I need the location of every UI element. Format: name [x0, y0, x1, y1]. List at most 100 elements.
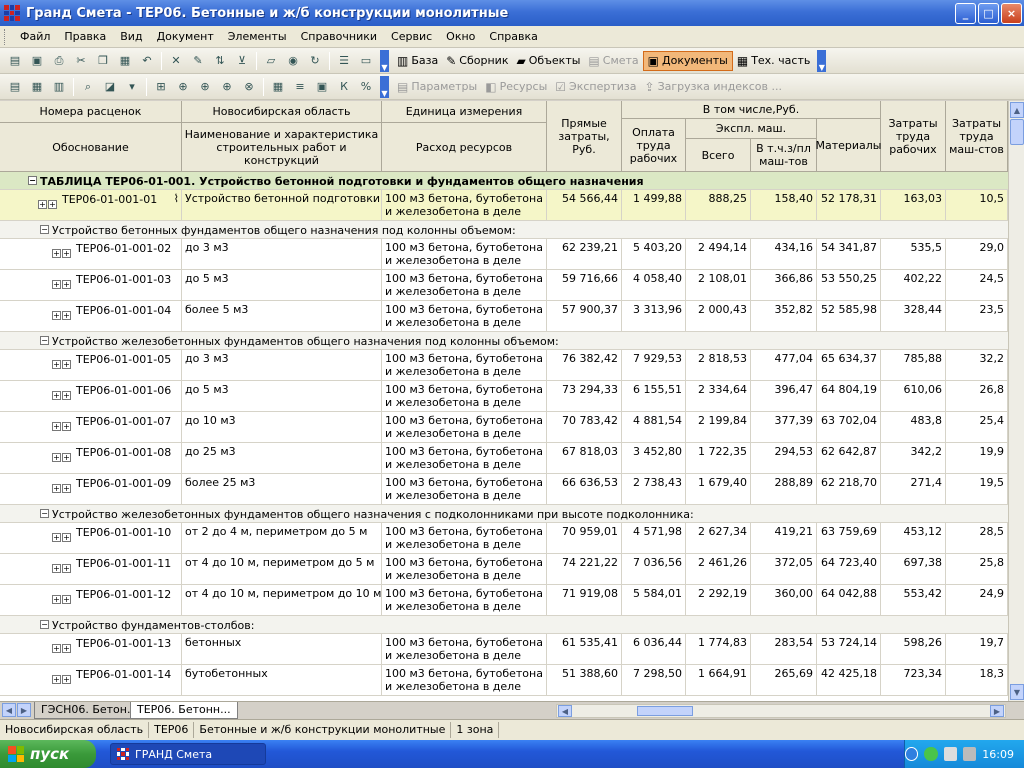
table-row[interactable]: + + ТЕР06-01-001-13 бетонных 100 м3 бетона, …	[0, 634, 1008, 665]
cell-mach-w[interactable]: 283,54	[751, 634, 817, 664]
cell-mach[interactable]: 2 494,14	[686, 239, 751, 269]
cell-mach[interactable]: 2 000,43	[686, 301, 751, 331]
cell-lw[interactable]: 271,4	[881, 474, 946, 504]
sort-icon[interactable]: ⇅	[211, 52, 229, 70]
expand-resources-icon[interactable]: +	[62, 279, 71, 289]
columns-icon[interactable]: ▥	[50, 78, 68, 96]
cell-mach-w[interactable]: 372,05	[751, 554, 817, 584]
cell-wages[interactable]: 4 881,54	[622, 412, 686, 442]
cell-wages[interactable]: 3 452,80	[622, 443, 686, 473]
cell-lw[interactable]: 328,44	[881, 301, 946, 331]
cell-mach[interactable]: 1 722,35	[686, 443, 751, 473]
cell-unit[interactable]: 100 м3 бетона, бутобетона и железобетона…	[382, 239, 547, 269]
group-row[interactable]: − Устройство фундаментов-столбов:	[0, 616, 1008, 634]
toolbar-button[interactable]: ▤ Смета	[584, 51, 642, 71]
col-header-labor-workers[interactable]: Затраты труда рабочих	[881, 101, 946, 172]
col-header-wages[interactable]: Оплата труда рабочих	[622, 119, 686, 172]
menu-item[interactable]: Правка	[57, 27, 113, 47]
tray-expand-icon[interactable]	[905, 747, 919, 761]
marker-icon[interactable]: ◪	[101, 78, 119, 96]
cell-direct[interactable]: 62 239,21	[547, 239, 622, 269]
cell-mat[interactable]: 53 724,14	[817, 634, 881, 664]
view-icon[interactable]: ▤	[6, 78, 24, 96]
table-row[interactable]: + + ТЕР06-01-001-04 более 5 м3 100 м3 бетона…	[0, 301, 1008, 332]
cell-lm[interactable]: 19,5	[946, 474, 1008, 504]
cell-mach-w[interactable]: 419,21	[751, 523, 817, 553]
expand-icon[interactable]: +	[52, 452, 61, 462]
expand-icon[interactable]: +	[38, 199, 47, 209]
cell-wages[interactable]: 7 298,50	[622, 665, 686, 695]
cell-name[interactable]: до 5 м3	[182, 270, 382, 300]
expand-icon[interactable]: +	[52, 643, 61, 653]
expand-resources-icon[interactable]: +	[62, 483, 71, 493]
table-row[interactable]: + + ТЕР06-01-001-01 ⌇ Устройство бетонной по…	[0, 190, 1008, 221]
cell-name[interactable]: до 10 м3	[182, 412, 382, 442]
cell-direct[interactable]: 71 919,08	[547, 585, 622, 615]
cell-mach-w[interactable]: 158,40	[751, 190, 817, 220]
cell-unit[interactable]: 100 м3 бетона, бутобетона и железобетона…	[382, 634, 547, 664]
table-row[interactable]: + + ТЕР06-01-001-07 до 10 м3 100 м3 бетона, …	[0, 412, 1008, 443]
menu-item[interactable]: Справка	[482, 27, 544, 47]
expand-resources-icon[interactable]: +	[62, 643, 71, 653]
cell-mach-w[interactable]: 360,00	[751, 585, 817, 615]
app-icon[interactable]	[4, 5, 20, 21]
cell-mat[interactable]: 62 642,87	[817, 443, 881, 473]
cell-code[interactable]: + + ТЕР06-01-001-14	[0, 665, 182, 695]
cell-direct[interactable]: 57 900,37	[547, 301, 622, 331]
toolbar-button[interactable]: ☑ Экспертиза	[551, 77, 640, 97]
cell-unit[interactable]: 100 м3 бетона, бутобетона и железобетона…	[382, 350, 547, 380]
cell-unit[interactable]: 100 м3 бетона, бутобетона и железобетона…	[382, 190, 547, 220]
expand-resources-icon[interactable]: +	[62, 452, 71, 462]
menu-item[interactable]: Справочники	[294, 27, 384, 47]
collapse-icon[interactable]: −	[28, 176, 37, 185]
cell-code[interactable]: + + ТЕР06-01-001-13	[0, 634, 182, 664]
cell-lw[interactable]: 598,26	[881, 634, 946, 664]
sheet-tab[interactable]: ТЕР06. Бетонн...	[130, 702, 238, 719]
cell-lw[interactable]: 723,34	[881, 665, 946, 695]
tabs-scroll-left-icon[interactable]: ◀	[2, 703, 16, 717]
cell-mach[interactable]: 2 292,19	[686, 585, 751, 615]
cell-name[interactable]: Устройство бетонной подготовки	[182, 190, 382, 220]
cell-lm[interactable]: 25,4	[946, 412, 1008, 442]
cell-mach[interactable]: 1 679,40	[686, 474, 751, 504]
cell-mat[interactable]: 62 218,70	[817, 474, 881, 504]
cell-mach[interactable]: 2 627,34	[686, 523, 751, 553]
cell-direct[interactable]: 76 382,42	[547, 350, 622, 380]
cell-code[interactable]: + + ТЕР06-01-001-09	[0, 474, 182, 504]
cell-wages[interactable]: 5 403,20	[622, 239, 686, 269]
cell-mat[interactable]: 64 042,88	[817, 585, 881, 615]
cell-name[interactable]: от 4 до 10 м, периметром до 10 м	[182, 585, 382, 615]
menu-item[interactable]: Окно	[439, 27, 482, 47]
cell-lm[interactable]: 19,7	[946, 634, 1008, 664]
expand-icon[interactable]: +	[52, 248, 61, 258]
menu-item[interactable]: Вид	[113, 27, 149, 47]
table-row[interactable]: + + ТЕР06-01-001-02 до 3 м3 100 м3 бетона, б…	[0, 239, 1008, 270]
cell-wages[interactable]: 6 155,51	[622, 381, 686, 411]
cell-code[interactable]: + + ТЕР06-01-001-02	[0, 239, 182, 269]
col-header-materials[interactable]: Материалы	[816, 119, 882, 172]
title-bar[interactable]: Гранд Смета - ТЕР06. Бетонные и ж/б конс…	[0, 0, 1024, 26]
scroll-up-icon[interactable]: ▲	[1010, 102, 1024, 118]
cell-unit[interactable]: 100 м3 бетона, бутобетона и железобетона…	[382, 412, 547, 442]
cell-name[interactable]: более 5 м3	[182, 301, 382, 331]
cell-lm[interactable]: 24,5	[946, 270, 1008, 300]
cell-wages[interactable]: 2 738,43	[622, 474, 686, 504]
horizontal-scrollbar[interactable]: ◀ ▶	[556, 704, 1006, 718]
list-icon[interactable]: ☰	[335, 52, 353, 70]
scroll-down-icon[interactable]: ▼	[1010, 684, 1024, 700]
refresh-icon[interactable]: ↻	[306, 52, 324, 70]
cell-direct[interactable]: 51 388,60	[547, 665, 622, 695]
expand-resources-icon[interactable]: +	[62, 674, 71, 684]
cell-mat[interactable]: 63 702,04	[817, 412, 881, 442]
expand-icon[interactable]: +	[52, 483, 61, 493]
toolbar-button[interactable]: ⇪ Загрузка индексов ...	[641, 77, 786, 97]
cell-wages[interactable]: 3 313,96	[622, 301, 686, 331]
cell-lw[interactable]: 553,42	[881, 585, 946, 615]
cell-wages[interactable]: 4 571,98	[622, 523, 686, 553]
cell-name[interactable]: от 2 до 4 м, периметром до 5 м	[182, 523, 382, 553]
options-icon[interactable]: ▾	[123, 78, 141, 96]
add-item-icon[interactable]: ⊕	[174, 78, 192, 96]
cell-mach[interactable]: 2 334,64	[686, 381, 751, 411]
expand-resources-icon[interactable]: +	[62, 421, 71, 431]
close-button[interactable]: ×	[1001, 3, 1022, 24]
